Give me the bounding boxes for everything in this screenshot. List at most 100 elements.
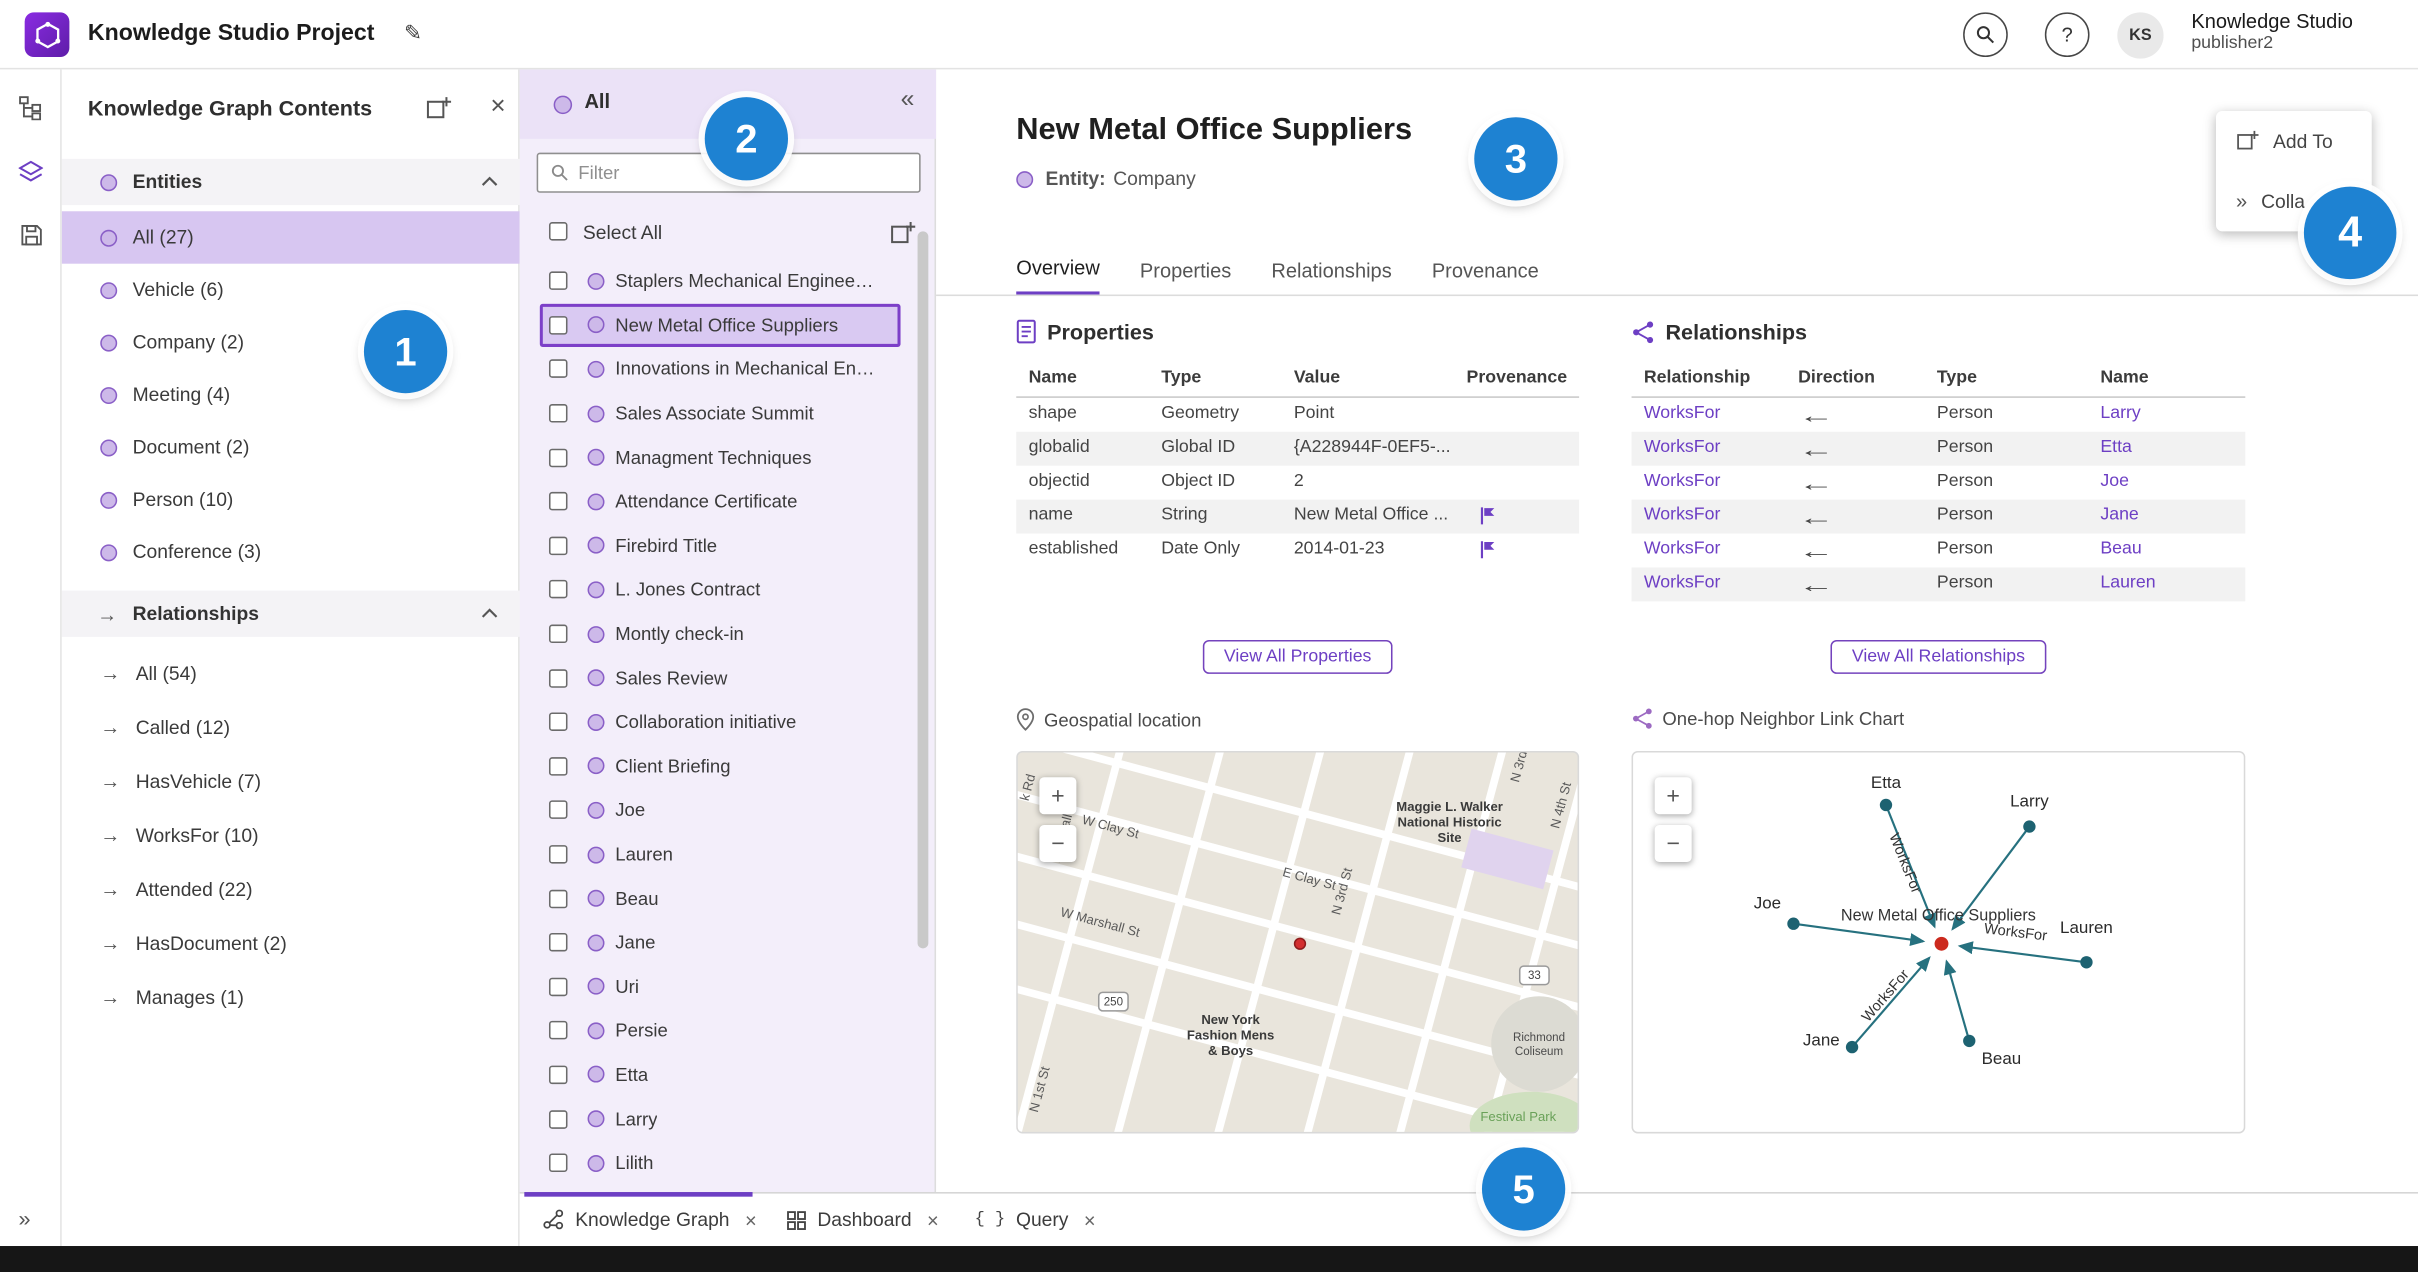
entity-type-item[interactable]: All (27) xyxy=(61,211,520,264)
item-checkbox[interactable] xyxy=(548,580,568,600)
relationship-type-item[interactable]: → HasVehicle (7) xyxy=(62,754,520,808)
item-checkbox[interactable] xyxy=(548,845,568,864)
related-entity-link[interactable]: Lauren xyxy=(2100,574,2155,593)
entity-list-item[interactable]: Persie xyxy=(540,1009,901,1053)
item-checkbox[interactable] xyxy=(548,1065,568,1085)
avatar[interactable]: KS xyxy=(2117,12,2164,59)
node-label[interactable]: Etta xyxy=(1871,774,1901,793)
entity-list-item[interactable]: Etta xyxy=(540,1053,901,1097)
entity-list-item[interactable]: Firebird Title xyxy=(540,524,901,568)
help-button[interactable]: ? xyxy=(2044,12,2090,58)
item-checkbox[interactable] xyxy=(548,536,568,555)
node-label[interactable]: Beau xyxy=(1982,1050,2022,1069)
tab-knowledge-graph[interactable]: Knowledge Graph × xyxy=(543,1194,757,1246)
add-selection-icon[interactable] xyxy=(890,221,916,247)
entity-list-item[interactable]: Jane xyxy=(540,920,901,964)
select-all-checkbox[interactable] xyxy=(548,222,568,241)
tab-overview[interactable]: Overview xyxy=(1016,256,1100,295)
item-checkbox[interactable] xyxy=(548,1153,568,1173)
item-checkbox[interactable] xyxy=(548,624,568,644)
entities-section-header[interactable]: Entities xyxy=(61,158,520,206)
item-checkbox[interactable] xyxy=(548,712,568,732)
close-tab-icon[interactable]: × xyxy=(1084,1208,1096,1231)
relationship-link[interactable]: WorksFor xyxy=(1644,472,1721,491)
entity-list-item[interactable]: Beau xyxy=(540,876,901,920)
zoom-out-button[interactable]: − xyxy=(1654,825,1692,863)
close-panel-icon[interactable]: × xyxy=(490,91,505,122)
entity-list-item[interactable]: Attendance Certificate xyxy=(540,480,901,524)
item-checkbox[interactable] xyxy=(548,889,568,908)
entity-type-item[interactable]: Company (2) xyxy=(62,316,520,368)
edit-title-icon[interactable]: ✎ xyxy=(404,20,422,46)
related-entity-link[interactable]: Larry xyxy=(2100,404,2140,423)
view-all-properties-button[interactable]: View All Properties xyxy=(1202,639,1394,674)
relationship-type-item[interactable]: → HasDocument (2) xyxy=(62,916,520,970)
tab-query[interactable]: { } Query × xyxy=(975,1194,1096,1246)
expand-rail-icon[interactable]: » xyxy=(19,1206,31,1231)
relationship-link[interactable]: WorksFor xyxy=(1644,574,1721,593)
close-tab-icon[interactable]: × xyxy=(927,1208,939,1231)
chevron-up-icon[interactable] xyxy=(481,608,498,619)
entity-list-item[interactable]: Sales Review xyxy=(540,656,901,700)
collapse-panel-icon[interactable]: « xyxy=(901,86,915,114)
entity-list-item[interactable]: Joe xyxy=(540,788,901,832)
item-checkbox[interactable] xyxy=(548,404,568,423)
layers-tool-icon[interactable] xyxy=(14,154,48,188)
zoom-in-button[interactable]: + xyxy=(1654,777,1692,815)
entity-list-item[interactable]: L. Jones Contract xyxy=(540,568,901,612)
node-label[interactable]: Lauren xyxy=(2060,919,2113,938)
relationship-type-item[interactable]: → Attended (22) xyxy=(62,862,520,916)
entity-list-item[interactable]: Innovations in Mechanical Engin... xyxy=(540,347,901,391)
item-checkbox[interactable] xyxy=(548,360,568,379)
item-checkbox[interactable] xyxy=(548,1109,568,1129)
provenance-icon[interactable] xyxy=(1479,506,1496,526)
item-checkbox[interactable] xyxy=(548,448,568,467)
relationship-link[interactable]: WorksFor xyxy=(1644,438,1721,457)
item-checkbox[interactable] xyxy=(548,492,568,511)
related-entity-link[interactable]: Beau xyxy=(2100,540,2141,559)
node-label[interactable]: Larry xyxy=(2010,793,2049,812)
relationship-link[interactable]: WorksFor xyxy=(1644,404,1721,423)
entity-list-item[interactable]: Uri xyxy=(540,965,901,1009)
chevron-up-icon[interactable] xyxy=(481,176,498,187)
node-label[interactable]: Joe xyxy=(1754,894,1781,913)
entity-list-item[interactable]: Managment Techniques xyxy=(540,435,901,479)
tab-relationships[interactable]: Relationships xyxy=(1271,259,1391,294)
entity-list-item[interactable]: Client Briefing xyxy=(540,744,901,788)
item-checkbox[interactable] xyxy=(548,933,568,952)
zoom-in-button[interactable]: + xyxy=(1039,777,1077,815)
entity-list-item[interactable]: Staplers Mechanical Engineering xyxy=(540,259,901,303)
entity-list-item[interactable]: Collaboration initiative xyxy=(540,700,901,744)
entity-list-item[interactable]: Montly check-in xyxy=(540,612,901,656)
hierarchy-tool-icon[interactable] xyxy=(14,91,48,125)
entity-list-item[interactable]: Sales Associate Summit xyxy=(540,391,901,435)
entity-type-item[interactable]: Person (10) xyxy=(62,473,520,525)
entity-type-item[interactable]: Conference (3) xyxy=(62,526,520,578)
save-tool-icon[interactable] xyxy=(14,217,48,251)
item-checkbox[interactable] xyxy=(548,801,568,820)
relationship-type-item[interactable]: → Manages (1) xyxy=(62,970,520,1024)
provenance-icon[interactable] xyxy=(1479,540,1496,560)
item-checkbox[interactable] xyxy=(548,315,568,335)
item-checkbox[interactable] xyxy=(548,977,568,996)
entity-type-item[interactable]: Document (2) xyxy=(62,421,520,473)
geospatial-map[interactable]: Richmond Coliseum Festival Park k Rd W C… xyxy=(1016,751,1580,1134)
tab-properties[interactable]: Properties xyxy=(1140,259,1231,294)
tab-provenance[interactable]: Provenance xyxy=(1432,259,1539,294)
item-checkbox[interactable] xyxy=(548,756,568,776)
relationships-section-header[interactable]: → Relationships xyxy=(61,590,520,637)
search-button[interactable] xyxy=(1963,12,2008,58)
scrollbar-thumb[interactable] xyxy=(917,231,929,949)
entity-list-item[interactable]: Lauren xyxy=(540,832,901,876)
item-checkbox[interactable] xyxy=(548,271,568,291)
relationship-type-item[interactable]: → All (54) xyxy=(62,646,520,700)
add-to-menu-item[interactable]: Add To xyxy=(2216,111,2372,171)
entity-list-item[interactable]: Lilith xyxy=(540,1141,901,1185)
view-all-relationships-button[interactable]: View All Relationships xyxy=(1830,639,2047,674)
item-checkbox[interactable] xyxy=(548,668,568,688)
entity-list-item[interactable]: Larry xyxy=(540,1097,901,1141)
entity-type-item[interactable]: Meeting (4) xyxy=(62,369,520,421)
node-label[interactable]: Jane xyxy=(1803,1032,1840,1051)
relationship-type-item[interactable]: → WorksFor (10) xyxy=(62,808,520,862)
tab-dashboard[interactable]: Dashboard × xyxy=(786,1194,939,1246)
